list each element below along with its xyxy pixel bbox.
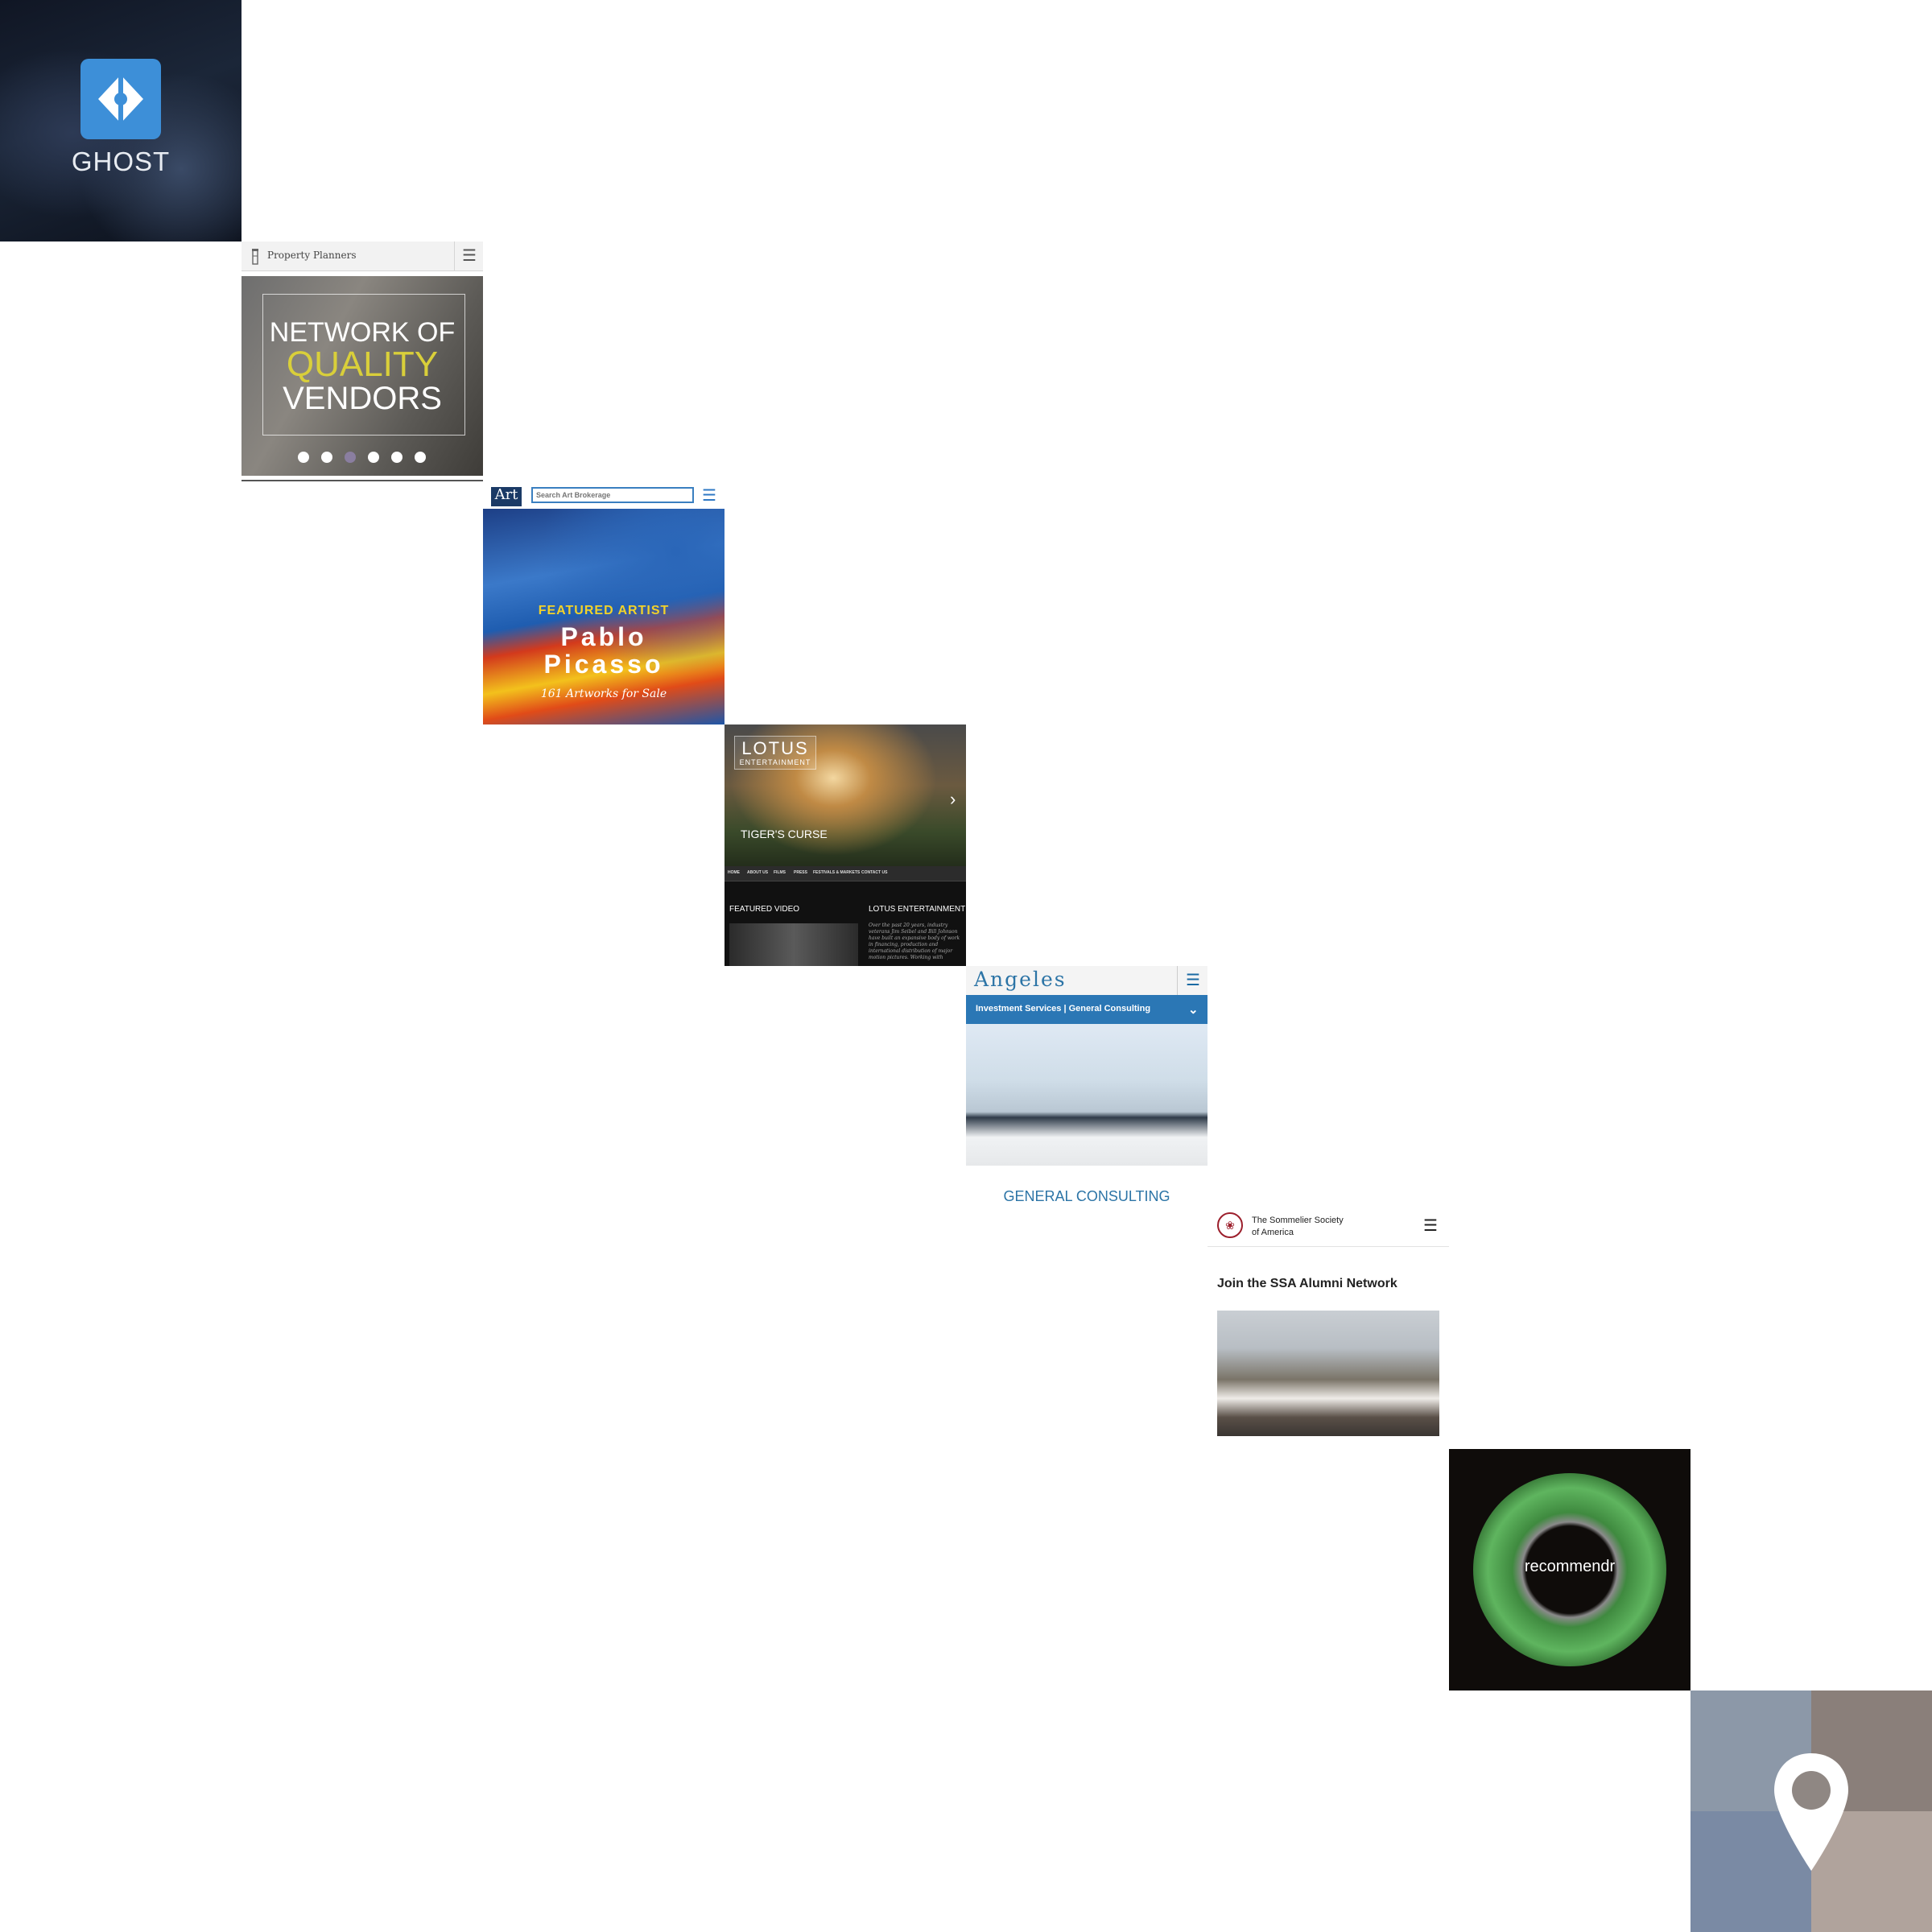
hamburger-menu-icon[interactable]: ☰ <box>1177 966 1208 995</box>
lotus-section-heading: LOTUS ENTERTAINMENT <box>869 905 966 914</box>
society-name-line-2: of America <box>1252 1228 1294 1237</box>
map-pin-icon <box>1771 1752 1852 1876</box>
artist-first-name: Pablo <box>560 622 647 651</box>
art-brokerage-header: Art ☰ <box>483 483 724 510</box>
services-dropdown-label: Investment Services | General Consulting <box>976 1004 1151 1013</box>
featured-video-heading: FEATURED VIDEO <box>729 905 800 914</box>
hamburger-menu-icon[interactable]: ☰ <box>1423 1216 1438 1236</box>
carousel-dot[interactable] <box>298 452 309 463</box>
alumni-heading: Join the SSA Alumni Network <box>1217 1277 1397 1290</box>
lotus-logo[interactable]: LOTUS ENTERTAINMENT <box>734 736 816 770</box>
society-name-line-1: The Sommelier Society <box>1252 1216 1344 1225</box>
carousel-dot[interactable] <box>368 452 379 463</box>
chevron-right-icon[interactable]: › <box>950 789 956 810</box>
divider <box>242 480 483 481</box>
hamburger-menu-icon[interactable]: ☰ <box>454 242 483 270</box>
carousel-dot[interactable] <box>415 452 426 463</box>
nav-press[interactable]: PRESS <box>794 870 807 875</box>
hero-headline-line-3: VENDORS <box>283 381 442 416</box>
property-planners-header: Property Planners ☰ <box>242 242 483 271</box>
property-planners-title: Property Planners <box>267 250 357 261</box>
lotus-hero: LOTUS ENTERTAINMENT › TIGER'S CURSE <box>724 724 966 877</box>
sommelier-header: ❀ The Sommelier Society of America ☰ <box>1208 1208 1449 1247</box>
nav-festivals-markets[interactable]: FESTIVALS & MARKETS <box>813 870 860 875</box>
map-pin-tile[interactable] <box>1690 1690 1932 1932</box>
carousel-dots <box>298 452 427 464</box>
carousel-dot-active[interactable] <box>345 452 356 463</box>
chevron-down-icon[interactable]: ⌄ <box>1188 1002 1199 1017</box>
angeles-tile[interactable]: Angeles ☰ Investment Services | General … <box>966 966 1208 1208</box>
property-planners-tile[interactable]: Property Planners ☰ NETWORK OF QUALITY V… <box>242 242 483 483</box>
lotus-nav-bar: HOME ABOUT US FILMS PRESS FESTIVALS & MA… <box>724 866 966 881</box>
artist-name: Pablo Picasso <box>483 623 724 678</box>
nav-contact-us[interactable]: CONTACT US <box>861 870 887 875</box>
ghost-tile[interactable]: GHOST <box>0 0 242 242</box>
search-input[interactable] <box>531 487 694 503</box>
nav-about-us[interactable]: ABOUT US <box>747 870 768 875</box>
property-planners-hero: NETWORK OF QUALITY VENDORS <box>242 276 483 476</box>
featured-artist-label: FEATURED ARTIST <box>538 604 670 617</box>
lighthouse-icon <box>250 248 261 270</box>
lotus-entertainment-tile[interactable]: LOTUS ENTERTAINMENT › TIGER'S CURSE HOME… <box>724 724 966 966</box>
ghost-label: GHOST <box>71 147 171 176</box>
grape-seal-icon[interactable]: ❀ <box>1217 1212 1243 1238</box>
nav-home[interactable]: HOME <box>728 870 740 875</box>
services-dropdown[interactable]: Investment Services | General Consulting… <box>966 995 1208 1024</box>
art-brokerage-logo[interactable]: Art <box>491 487 522 506</box>
recommendr-tile[interactable]: recommendr <box>1449 1449 1690 1690</box>
recommendr-label: recommendr <box>1524 1558 1616 1575</box>
sommelier-society-name: The Sommelier Society of America <box>1252 1215 1381 1239</box>
hamburger-menu-icon[interactable]: ☰ <box>702 488 716 504</box>
office-photo <box>966 1024 1208 1166</box>
section-caption[interactable]: GENERAL CONSULTING <box>966 1188 1208 1205</box>
film-title: TIGER'S CURSE <box>741 828 828 840</box>
alumni-group-photo <box>1217 1311 1439 1436</box>
nav-films[interactable]: FILMS <box>774 870 786 875</box>
hero-headline-line-1: NETWORK OF <box>269 317 456 348</box>
carousel-dot[interactable] <box>391 452 402 463</box>
angeles-logo[interactable]: Angeles <box>974 968 1067 991</box>
artworks-count: 161 Artworks for Sale <box>540 687 667 700</box>
lotus-body-text: Over the past 20 years, industry veteran… <box>869 923 960 960</box>
sommelier-tile[interactable]: ❀ The Sommelier Society of America ☰ Joi… <box>1208 1208 1449 1449</box>
lotus-logo-name: LOTUS <box>741 738 809 758</box>
hero-headline-line-2: QUALITY <box>286 345 439 384</box>
featured-video-thumbnail[interactable] <box>729 923 858 966</box>
carousel-dot[interactable] <box>321 452 332 463</box>
lotus-logo-subtitle: ENTERTAINMENT <box>739 758 811 766</box>
angeles-header: Angeles ☰ <box>966 966 1208 996</box>
ghost-logo-icon <box>80 59 161 139</box>
art-brokerage-tile[interactable]: Art ☰ FEATURED ARTIST Pablo Picasso 161 … <box>483 483 724 724</box>
featured-artist-hero[interactable]: FEATURED ARTIST Pablo Picasso 161 Artwor… <box>483 509 724 724</box>
artist-last-name: Picasso <box>543 650 664 679</box>
